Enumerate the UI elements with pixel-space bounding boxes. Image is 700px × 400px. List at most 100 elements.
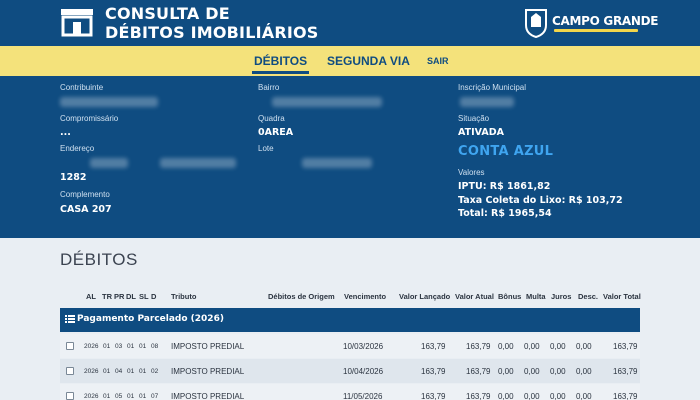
col-al: AL [86,292,96,301]
table-row[interactable]: 2026 01 05 01 01 07 IMPOSTO PREDIAL 11/0… [60,384,640,400]
city-shield-icon [525,9,547,39]
col-pr: PR [114,292,125,301]
cell-juros: 0,00 [550,392,566,400]
cell-valor-atual: 163,79 [466,392,491,400]
complemento-value: CASA 207 [60,204,112,215]
col-desc: Desc. [578,292,599,301]
group-label: Pagamento Parcelado (2026) [77,314,224,324]
cell-al: 2026 [84,393,99,400]
cell-bonus: 0,00 [498,342,514,351]
cell-tr: 01 [103,368,111,375]
endereco-label: Endereço [60,144,95,153]
list-icon [65,315,75,323]
main-nav: DÉBITOS SEGUNDA VIA SAIR [0,46,700,76]
lote-value-redacted [302,158,372,168]
iptu-value: IPTU: R$ 1861,82 [458,181,551,192]
col-valor-lancado: Valor Lançado [399,292,451,301]
app-title-line2: DÉBITOS IMOBILIÁRIOS [105,23,319,42]
cell-d: 02 [151,368,159,375]
cell-desc: 0,00 [576,367,592,376]
situacao-value: ATIVADA [458,127,504,138]
total-value: Total: R$ 1965,54 [458,208,552,219]
cell-valor-total: 163,79 [613,367,638,376]
brand-name: CAMPO GRANDE [552,14,659,28]
cell-desc: 0,00 [576,392,592,400]
row-checkbox[interactable] [66,392,74,400]
quadra-value: 0AREA [258,127,294,138]
endereco-street-redacted [160,158,236,168]
row-checkbox[interactable] [66,367,74,375]
cell-sl: 01 [139,343,147,350]
situacao-label: Situação [458,114,490,123]
table-row[interactable]: 2026 01 03 01 01 08 IMPOSTO PREDIAL 10/0… [60,334,640,358]
cell-multa: 0,00 [524,367,540,376]
cell-d: 08 [151,343,159,350]
cell-vencimento: 10/03/2026 [343,342,384,351]
col-valor-atual: Valor Atual [455,292,494,301]
cell-valor-total: 163,79 [613,392,638,400]
cell-vencimento: 10/04/2026 [343,367,384,376]
app-title: CONSULTA DE DÉBITOS IMOBILIÁRIOS [105,4,319,42]
cell-valor-atual: 163,79 [466,367,491,376]
cell-tributo: IMPOSTO PREDIAL [171,342,245,351]
app-header: CONSULTA DE DÉBITOS IMOBILIÁRIOS CAMPO G… [0,0,700,46]
cell-dl: 01 [127,343,135,350]
cell-desc: 0,00 [576,342,592,351]
col-valor-total: Valor Total [603,292,641,301]
cell-dl: 01 [127,368,135,375]
col-dl: DL [126,292,136,301]
property-info-panel: Contribuinte Compromissário ... Endereço… [0,76,700,238]
cell-juros: 0,00 [550,367,566,376]
city-brand[interactable]: CAMPO GRANDE [524,7,658,39]
cell-sl: 01 [139,393,147,400]
col-tr: TR [102,292,112,301]
col-multa: Multa [526,292,546,301]
cell-valor-total: 163,79 [613,342,638,351]
endereco-value-redacted [90,158,128,168]
cell-al: 2026 [84,343,99,350]
brand-underline [554,29,638,32]
col-sl: SL [139,292,149,301]
cell-pr: 03 [115,343,123,350]
nav-debitos[interactable]: DÉBITOS [251,46,310,76]
cell-valor-lancado: 163,79 [421,367,446,376]
col-juros: Juros [551,292,572,301]
col-origem: Débitos de Origem [268,292,335,301]
cell-valor-atual: 163,79 [466,342,491,351]
col-d: D [151,292,157,301]
cell-tr: 01 [103,343,111,350]
app-title-line1: CONSULTA DE [105,4,230,23]
col-bonus: Bônus [498,292,522,301]
debitos-title: DÉBITOS [60,250,138,269]
endereco-numero: 1282 [60,172,87,183]
cell-tributo: IMPOSTO PREDIAL [171,392,245,400]
cell-tributo: IMPOSTO PREDIAL [171,367,245,376]
contribuinte-label: Contribuinte [60,83,104,92]
conta-azul-badge: CONTA AZUL [458,144,554,159]
cell-bonus: 0,00 [498,367,514,376]
cell-vencimento: 11/05/2026 [343,392,383,400]
bairro-value-redacted [272,97,382,107]
cell-sl: 01 [139,368,147,375]
inscricao-label: Inscrição Municipal [458,83,527,92]
compromissario-label: Compromissário [60,114,119,123]
cell-d: 07 [151,393,159,400]
group-pagamento-parcelado[interactable]: Pagamento Parcelado (2026) [60,308,640,332]
cell-al: 2026 [84,368,99,375]
cell-valor-lancado: 163,79 [421,392,446,400]
cell-dl: 01 [127,393,135,400]
taxa-lixo-value: Taxa Coleta do Lixo: R$ 103,72 [458,195,623,206]
bairro-label: Bairro [258,83,280,92]
cell-juros: 0,00 [550,342,566,351]
cell-pr: 05 [115,393,123,400]
quadra-label: Quadra [258,114,285,123]
nav-segunda-via[interactable]: SEGUNDA VIA [327,46,410,76]
cell-tr: 01 [103,393,111,400]
row-checkbox[interactable] [66,342,74,350]
compromissario-value: ... [60,127,71,138]
building-icon [61,9,93,37]
nav-sair[interactable]: SAIR [427,46,449,76]
lote-label: Lote [258,144,274,153]
table-row[interactable]: 2026 01 04 01 01 02 IMPOSTO PREDIAL 10/0… [60,359,640,383]
contribuinte-value-redacted [60,97,158,107]
